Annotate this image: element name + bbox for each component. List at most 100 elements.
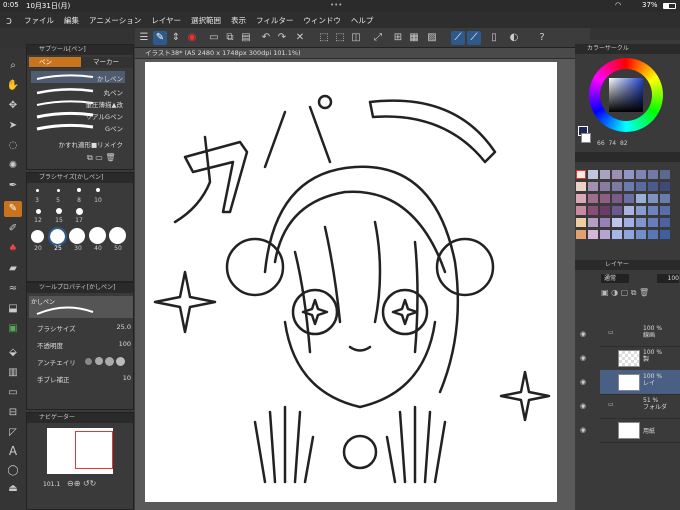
eye-icon[interactable]: ◉ <box>580 330 590 338</box>
new-subtool-icon[interactable]: ▭ <box>95 153 103 162</box>
page-icon[interactable]: ▯ <box>487 31 501 45</box>
gradient-icon[interactable]: ▥ <box>4 365 22 381</box>
brush-item[interactable]: かしペン <box>31 71 125 83</box>
menu-view[interactable]: 表示 <box>231 15 246 26</box>
pen-tool-icon[interactable]: ✎ <box>4 201 22 217</box>
document-tab[interactable]: イラスト38* (A5 2480 x 1748px 300dpi 101.1%) <box>135 48 575 59</box>
fill-icon[interactable]: ⬓ <box>4 301 22 317</box>
layer-row[interactable]: ◉ 100 % 製 <box>580 346 680 371</box>
layer-row-selected[interactable]: ◉ 100 % レイ <box>580 370 680 395</box>
brush-size-30[interactable]: 30 <box>69 245 87 252</box>
layer-row[interactable]: ◉ ▭ 51 % フォルダ <box>580 394 680 419</box>
brush-item[interactable]: リアルGペン <box>31 109 125 121</box>
menu-filter[interactable]: フィルター <box>256 15 293 26</box>
hand-icon[interactable]: ✋ <box>4 78 22 94</box>
deselect-icon[interactable]: ⬚ <box>333 31 347 45</box>
app-logo-icon[interactable]: ↄ <box>6 14 12 27</box>
delete-subtool-icon[interactable]: 🗑 <box>105 153 115 162</box>
layer-actions[interactable]: ▣ ◑ ▢ ⧉ 🗑 <box>601 288 679 300</box>
brush-size-10[interactable]: 10 <box>89 197 107 204</box>
brush-size-row[interactable]: ブラシサイズ 25.0 <box>37 323 131 334</box>
operation-icon[interactable]: ➤ <box>4 118 22 134</box>
balloon-icon[interactable]: ◯ <box>4 463 22 479</box>
help-icon[interactable]: ? <box>535 31 549 45</box>
rotate-icon[interactable]: ⇕ <box>169 31 183 45</box>
layer-row[interactable]: ◉ 用紙 <box>580 418 680 443</box>
blend-icon[interactable]: ≈ <box>4 281 22 297</box>
frame-icon[interactable]: ⊟ <box>4 405 22 421</box>
snap-ruler-icon[interactable]: ▦ <box>407 31 421 45</box>
brush-size-15[interactable]: 15 <box>50 217 68 224</box>
text-icon[interactable]: A <box>4 443 22 459</box>
clear-icon[interactable]: ✕ <box>293 31 307 45</box>
canvas-icon[interactable]: ✎ <box>153 31 167 45</box>
brush-size-50[interactable]: 50 <box>109 245 127 252</box>
tab-pen[interactable]: ペン <box>29 57 81 67</box>
undo-icon[interactable]: ↶ <box>259 31 273 45</box>
menu-edit[interactable]: 編集 <box>64 15 79 26</box>
select-all-icon[interactable]: ⬚ <box>317 31 331 45</box>
invert-icon[interactable]: ◫ <box>349 31 363 45</box>
correct-line-icon[interactable]: ⏏ <box>4 481 22 497</box>
layer-row[interactable]: ◉ ▭ 100 % 線画 <box>580 322 680 347</box>
brush-item[interactable]: かすれ適形■リメイク <box>31 137 125 149</box>
menu-window[interactable]: ウィンドウ <box>303 15 341 26</box>
antialias-row[interactable]: アンチエイリ <box>37 357 131 368</box>
brush-tool-icon[interactable]: ♠ <box>4 241 22 257</box>
copy-icon[interactable]: ⧉ <box>223 31 237 45</box>
color-wheel[interactable] <box>589 58 663 132</box>
sub-color[interactable] <box>581 133 591 143</box>
pressure-icon[interactable]: ⟋ <box>467 31 481 45</box>
brush-size-12[interactable]: 12 <box>29 217 47 224</box>
color-square[interactable] <box>609 78 643 112</box>
snap-special-icon[interactable]: ▨ <box>425 31 439 45</box>
copy-subtool-icon[interactable]: ⧉ <box>87 153 93 162</box>
figure-icon[interactable]: ▭ <box>4 385 22 401</box>
brush-size-25[interactable]: 25 <box>49 245 67 252</box>
stabilize-icon[interactable]: ⟋ <box>451 31 465 45</box>
color-set-grid[interactable] <box>575 164 680 254</box>
menu-selection[interactable]: 選択範囲 <box>191 15 221 26</box>
brush-size-5[interactable]: 5 <box>49 197 67 204</box>
redo-icon[interactable]: ↷ <box>275 31 289 45</box>
brush-item[interactable]: 筆圧薄描▲改 <box>31 97 125 109</box>
brush-size-40[interactable]: 40 <box>89 245 107 252</box>
eraser-icon[interactable]: ▰ <box>4 261 22 277</box>
brush-size-17[interactable]: 17 <box>70 217 88 224</box>
eye-icon[interactable]: ◉ <box>580 402 590 410</box>
stabilization-row[interactable]: 手ブレ補正 10 <box>37 374 131 385</box>
zoom-value[interactable]: 101.1 <box>43 481 60 488</box>
bucket-icon[interactable]: ⬙ <box>4 345 22 361</box>
lasso-icon[interactable]: ◌ <box>4 138 22 154</box>
multitask-dots[interactable]: ••• <box>330 1 342 9</box>
navigator-preview[interactable] <box>47 428 113 474</box>
menu-animation[interactable]: アニメーション <box>89 15 141 26</box>
color-icon[interactable]: ◐ <box>507 31 521 45</box>
menu-layer[interactable]: レイヤー <box>151 15 181 26</box>
opacity-row[interactable]: 不透明度 100 <box>37 340 131 351</box>
brush-size-3[interactable]: 3 <box>28 197 46 204</box>
snap-grid-icon[interactable]: ⊞ <box>391 31 405 45</box>
brush-item[interactable]: Gペン <box>31 121 125 133</box>
menu-toggle-icon[interactable]: ☰ <box>137 31 151 45</box>
eye-icon[interactable]: ◉ <box>580 354 590 362</box>
eye-icon[interactable]: ◉ <box>580 426 590 434</box>
record-icon[interactable]: ◉ <box>185 31 199 45</box>
auto-select-icon[interactable]: ✺ <box>4 158 22 174</box>
eyedropper-icon[interactable]: ✒ <box>4 178 22 194</box>
decoration-icon[interactable]: ▣ <box>4 321 22 337</box>
tab-marker[interactable]: マーカー <box>83 57 133 67</box>
brush-size-8[interactable]: 8 <box>70 197 88 204</box>
brush-item[interactable]: 丸ペン <box>31 85 125 97</box>
drawing-canvas[interactable] <box>145 62 557 502</box>
zoom-icon[interactable]: ⌕ <box>4 58 22 74</box>
menu-file[interactable]: ファイル <box>24 15 54 26</box>
ruler-icon[interactable]: ◸ <box>4 425 22 441</box>
menu-help[interactable]: ヘルプ <box>351 15 374 26</box>
layer-opacity[interactable]: 100 <box>657 274 679 283</box>
transform-icon[interactable]: ⤢ <box>371 31 385 45</box>
eye-icon[interactable]: ◉ <box>580 378 590 386</box>
move-icon[interactable]: ✥ <box>4 98 22 114</box>
paste-icon[interactable]: ▤ <box>239 31 253 45</box>
brush-size-20[interactable]: 20 <box>29 245 47 252</box>
